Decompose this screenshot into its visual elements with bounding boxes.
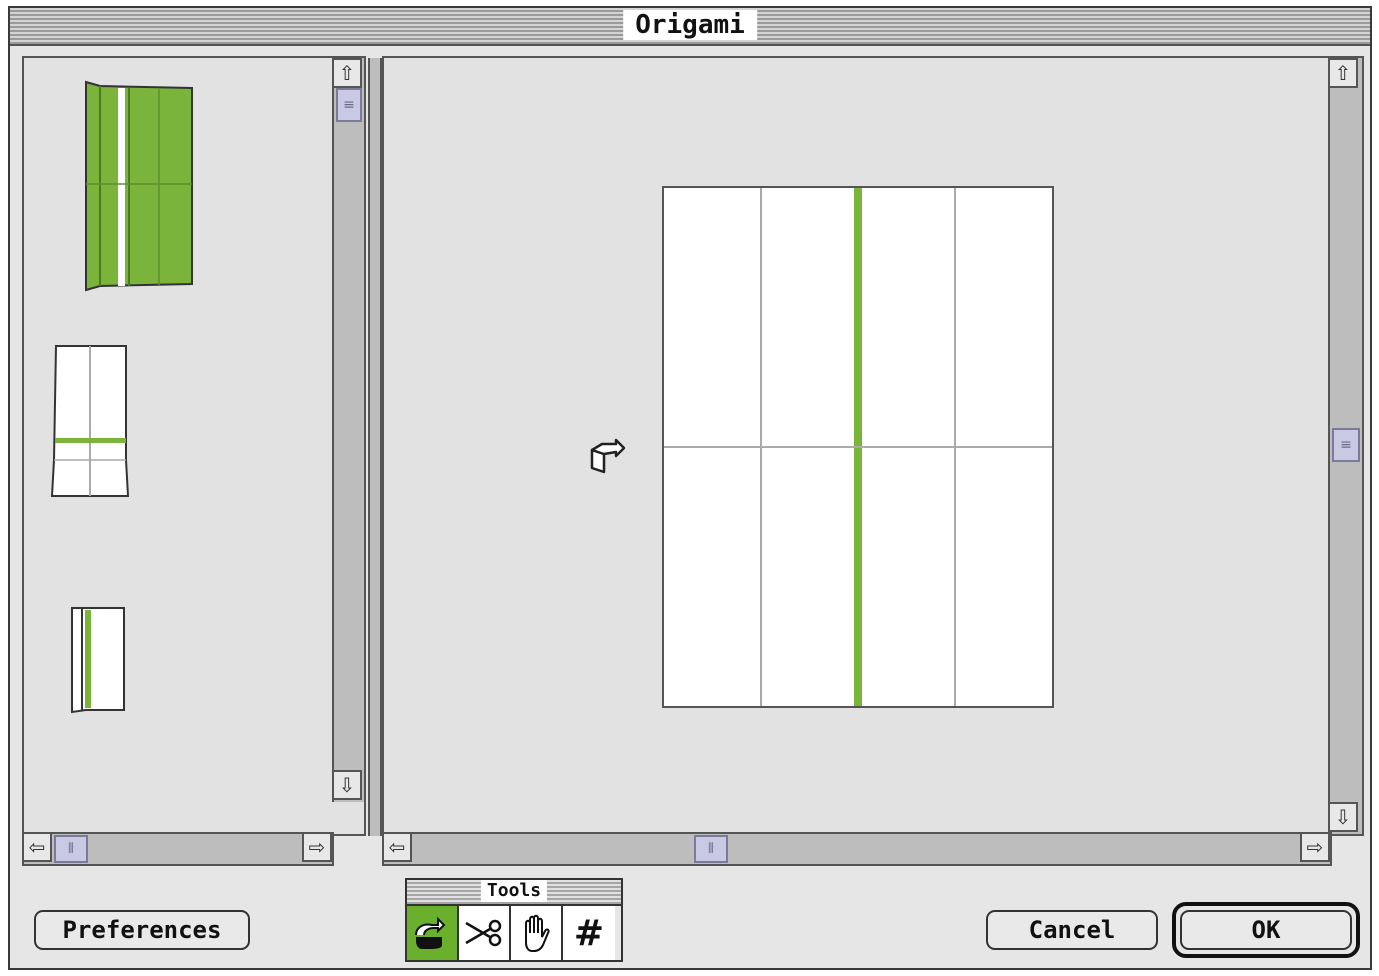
tools-palette-title: Tools [480,880,548,902]
steps-horizontal-scrollbar[interactable]: ⇦ ⦀ ⇨ [22,832,334,866]
scissors-tool-button[interactable] [459,906,511,960]
main-vertical-scrollbar[interactable]: ⇧ ≡ ⇩ [1328,58,1362,834]
hand-tool-button[interactable] [511,906,563,960]
scroll-left-arrow-icon[interactable]: ⇦ [382,832,412,862]
horizontal-crease [664,446,1052,448]
steps-vertical-scrollbar[interactable]: ⇧ ≡ ⇩ [332,58,364,802]
cancel-button[interactable]: Cancel [986,910,1158,950]
steps-pane: ⇧ ≡ ⇩ [22,56,366,836]
ok-button[interactable]: OK [1180,910,1352,950]
scroll-up-arrow-icon[interactable]: ⇧ [1328,58,1358,88]
pane-splitter[interactable] [368,58,382,836]
scroll-thumb[interactable]: ≡ [336,88,362,122]
grid-tool-button[interactable]: # [563,906,615,960]
step-thumbnail-3[interactable] [68,606,128,714]
title-bar[interactable]: Origami [10,8,1370,46]
scroll-right-arrow-icon[interactable]: ⇨ [1300,832,1330,862]
scroll-up-arrow-icon[interactable]: ⇧ [332,58,362,88]
scroll-thumb[interactable]: ⦀ [54,835,88,863]
scroll-left-arrow-icon[interactable]: ⇦ [22,832,52,862]
window-title: Origami [623,10,757,40]
scroll-down-arrow-icon[interactable]: ⇩ [1328,802,1358,832]
scissors-icon [465,919,502,947]
fold-tool-button[interactable] [407,906,459,960]
grid-icon: # [573,912,605,954]
preferences-button[interactable]: Preferences [34,910,250,950]
rotate-cursor-icon [590,438,626,474]
main-canvas[interactable]: ⇧ ≡ ⇩ [382,56,1364,836]
fold-hand-icon [415,916,446,949]
scroll-thumb[interactable]: ⦀ [694,835,728,863]
step-thumbnail-1[interactable] [84,80,196,294]
tools-palette-titlebar[interactable]: Tools [407,880,621,906]
origami-paper[interactable] [662,186,1054,708]
origami-window: Origami ⇧ ≡ ⇩ ⇦ ⦀ ⇨ ⇧ ≡ ⇩ ⇦ ⦀ ⇨ Preferen… [8,6,1372,970]
grab-hand-icon [525,914,550,952]
step-thumbnail-2[interactable] [50,344,130,500]
tools-palette: Tools # [405,878,623,962]
scroll-thumb[interactable]: ≡ [1332,428,1360,462]
main-horizontal-scrollbar[interactable]: ⇦ ⦀ ⇨ [382,832,1332,866]
scroll-down-arrow-icon[interactable]: ⇩ [332,770,362,800]
scroll-right-arrow-icon[interactable]: ⇨ [302,832,332,862]
